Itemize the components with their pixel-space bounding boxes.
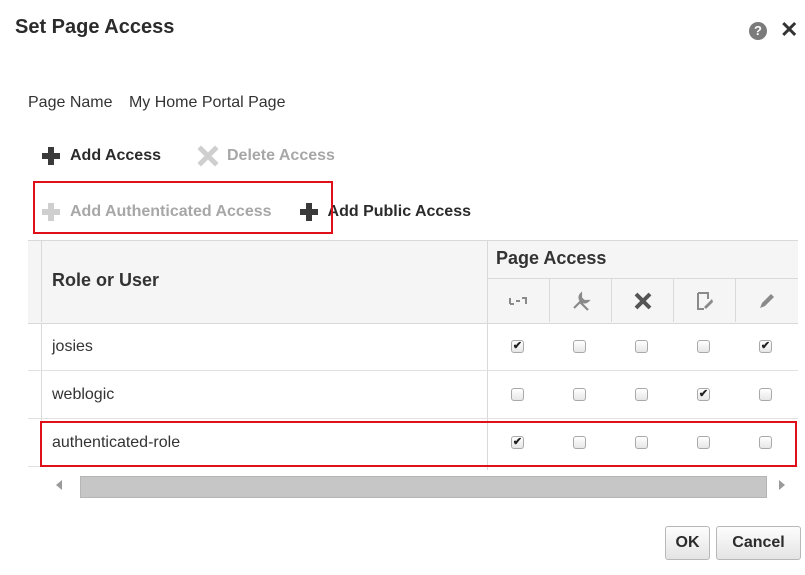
- page-name-row: Page Name My Home Portal Page: [28, 94, 285, 112]
- scroll-thumb[interactable]: [80, 476, 767, 498]
- table-row[interactable]: josies ✔ ✔: [28, 323, 798, 371]
- horizontal-scrollbar[interactable]: [40, 472, 795, 502]
- edit-icon: [735, 279, 797, 322]
- page-name-value: My Home Portal Page: [128, 94, 286, 111]
- delete-icon: [611, 279, 673, 322]
- page-access-header: Page Access: [496, 248, 607, 268]
- permission-checkbox[interactable]: ✔: [511, 340, 524, 353]
- role-or-user-header[interactable]: Role or User: [52, 270, 159, 291]
- permission-checkbox[interactable]: [573, 340, 586, 353]
- add-public-access-label: Add Public Access: [327, 203, 471, 220]
- permission-checkbox[interactable]: [635, 388, 648, 401]
- update-icon: [673, 279, 735, 322]
- dialog-titlebar: Set Page Access ? ✕: [0, 0, 805, 60]
- highlight-box: [33, 181, 333, 234]
- permission-checkbox[interactable]: [635, 340, 648, 353]
- row-selector[interactable]: [28, 371, 42, 418]
- help-icon[interactable]: ?: [749, 22, 767, 40]
- row-selector[interactable]: [28, 323, 42, 370]
- dialog-title: Set Page Access: [15, 16, 175, 38]
- access-toolbar: Add Access Delete Access: [40, 141, 371, 171]
- add-access-label: Add Access: [70, 147, 161, 164]
- highlight-box: [40, 421, 797, 467]
- scroll-right-icon[interactable]: [779, 480, 785, 490]
- close-icon[interactable]: ✕: [780, 19, 798, 41]
- delete-x-icon: [197, 145, 219, 167]
- permission-checkbox[interactable]: [759, 388, 772, 401]
- permission-checkbox[interactable]: [573, 388, 586, 401]
- divider: [41, 240, 42, 322]
- permission-checkbox[interactable]: [697, 340, 710, 353]
- permission-checkbox[interactable]: [511, 388, 524, 401]
- delete-access-label: Delete Access: [227, 147, 335, 164]
- table-row[interactable]: weblogic ✔: [28, 371, 798, 419]
- add-access-button[interactable]: Add Access: [40, 145, 161, 167]
- delete-access-button[interactable]: Delete Access: [197, 145, 335, 167]
- permission-checkbox[interactable]: ✔: [759, 340, 772, 353]
- plus-icon: [40, 145, 62, 167]
- role-name: josies: [52, 338, 93, 355]
- scroll-left-icon[interactable]: [56, 480, 62, 490]
- page-name-label: Page Name: [28, 94, 113, 111]
- cancel-button[interactable]: Cancel: [716, 526, 801, 560]
- role-name: weblogic: [52, 386, 115, 403]
- view-icon: [487, 279, 549, 322]
- customize-icon: [549, 279, 611, 322]
- permission-checkbox[interactable]: ✔: [697, 388, 710, 401]
- ok-button[interactable]: OK: [665, 526, 710, 560]
